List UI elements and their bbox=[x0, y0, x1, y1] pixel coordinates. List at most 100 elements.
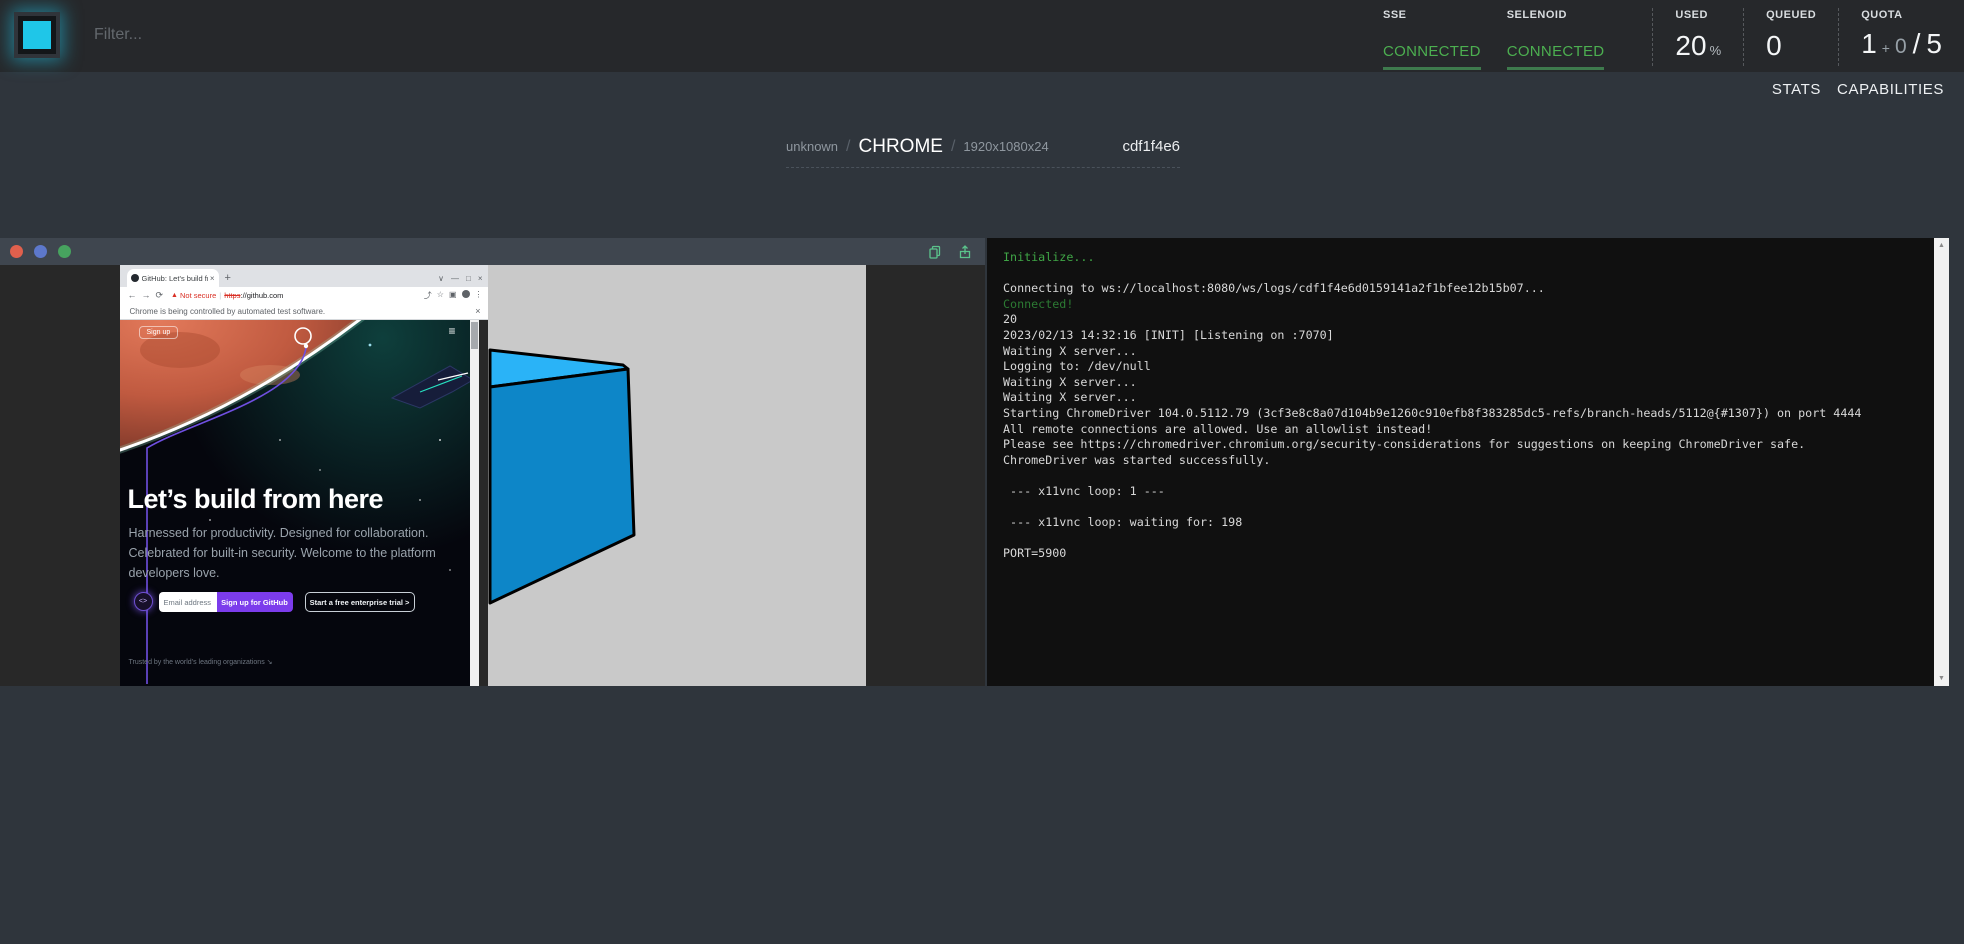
log-line: Waiting X server... bbox=[1003, 390, 1919, 406]
minimize-window-button[interactable] bbox=[34, 245, 47, 258]
remote-desktop bbox=[488, 265, 866, 686]
copy-icon[interactable] bbox=[927, 244, 943, 260]
vnc-screen[interactable]: GitHub: Let’s build from he × + ∨ — □ × bbox=[120, 265, 866, 686]
scroll-down-icon[interactable]: ▼ bbox=[1934, 675, 1949, 682]
warning-icon: ▲ bbox=[171, 292, 178, 299]
back-icon: ← bbox=[128, 290, 137, 301]
url-host: ://github.com bbox=[240, 291, 283, 300]
log-line: Logging to: /dev/null bbox=[1003, 359, 1919, 375]
top-bar: SSE CONNECTED SELENOID CONNECTED USED 20… bbox=[0, 0, 1964, 72]
quota-total: 5 bbox=[1926, 30, 1942, 58]
session-separator: / bbox=[951, 138, 955, 156]
tab-close-icon: × bbox=[210, 274, 215, 283]
connected-indicator bbox=[1383, 67, 1481, 70]
log-line: 2023/02/13 14:32:16 [INIT] [Listening on… bbox=[1003, 328, 1919, 344]
quota-pending: 0 bbox=[1895, 35, 1907, 59]
github-subheading: Harnessed for productivity. Designed for… bbox=[129, 524, 465, 583]
remote-page-viewport: Sign up ≡ Let’s build from here Harnesse… bbox=[120, 320, 488, 686]
status-quota: QUOTA 1 + 0 / 5 bbox=[1861, 0, 1942, 72]
log-line: Initialize... bbox=[1003, 250, 1919, 266]
not-secure-label: Not secure bbox=[180, 291, 216, 300]
bookmark-star-icon: ☆ bbox=[437, 290, 444, 301]
session-log-panel: Initialize... Connecting to ws://localho… bbox=[987, 238, 1949, 686]
status-selenoid: SELENOID CONNECTED bbox=[1507, 0, 1605, 72]
status-sse: SSE CONNECTED bbox=[1383, 0, 1481, 72]
log-line: Starting ChromeDriver 104.0.5112.79 (3cf… bbox=[1003, 406, 1919, 422]
session-browser-version: unknown bbox=[786, 139, 838, 154]
filter-input[interactable] bbox=[94, 18, 454, 52]
forward-icon: → bbox=[142, 290, 151, 301]
connected-indicator bbox=[1507, 67, 1605, 70]
queued-value: 0 bbox=[1766, 32, 1782, 60]
status-value: CONNECTED bbox=[1383, 43, 1481, 60]
status-divider bbox=[1838, 8, 1839, 66]
status-queued: QUEUED 0 bbox=[1766, 0, 1816, 72]
automation-infobar: Chrome is being controlled by automated … bbox=[120, 303, 488, 320]
new-tab-icon: + bbox=[225, 272, 231, 284]
side-panel-icon: ▣ bbox=[449, 290, 457, 301]
window-controls bbox=[10, 245, 71, 258]
share-icon: ⤴ bbox=[424, 290, 432, 301]
reload-icon: ⟳ bbox=[156, 290, 164, 301]
log-line bbox=[1003, 531, 1919, 547]
address-bar: ▲ Not secure | https ://github.com bbox=[171, 291, 283, 300]
close-window-button[interactable] bbox=[10, 245, 23, 258]
status-value: CONNECTED bbox=[1507, 43, 1605, 60]
remote-tab-bar: GitHub: Let’s build from he × + ∨ — □ × bbox=[120, 265, 488, 287]
github-favicon-icon bbox=[131, 274, 139, 282]
log-output: Initialize... Connecting to ws://localho… bbox=[1003, 250, 1919, 562]
log-line: 20 bbox=[1003, 312, 1919, 328]
vnc-body: GitHub: Let’s build from he × + ∨ — □ × bbox=[0, 265, 985, 686]
used-percent-value: 20 bbox=[1675, 32, 1706, 60]
log-line bbox=[1003, 468, 1919, 484]
session-detail: GitHub: Let’s build from he × + ∨ — □ × bbox=[0, 238, 1964, 686]
session-row[interactable]: unknown / CHROME / 1920x1080x24 cdf1f4e6 bbox=[786, 126, 1180, 168]
log-line: --- x11vnc loop: waiting for: 198 bbox=[1003, 515, 1919, 531]
close-icon: × bbox=[478, 274, 483, 283]
log-line: Connected! bbox=[1003, 297, 1919, 313]
remote-browser-tab: GitHub: Let’s build from he × bbox=[127, 269, 219, 287]
remote-tab-title: GitHub: Let’s build from he bbox=[142, 274, 208, 283]
url-divider: | bbox=[219, 291, 221, 300]
github-signup-cta-button: Sign up for GitHub bbox=[217, 592, 293, 612]
github-heading: Let’s build from here bbox=[128, 484, 384, 515]
chevron-down-icon: ∨ bbox=[438, 274, 444, 283]
log-line: --- x11vnc loop: 1 --- bbox=[1003, 484, 1919, 500]
scroll-up-icon[interactable]: ▲ bbox=[1934, 242, 1949, 249]
maximize-icon: □ bbox=[466, 274, 471, 283]
log-line: Waiting X server... bbox=[1003, 375, 1919, 391]
infobar-text: Chrome is being controlled by automated … bbox=[130, 307, 326, 316]
scrollbar-thumb bbox=[471, 322, 478, 349]
github-trusted-text: Trusted by the world’s leading organizat… bbox=[129, 658, 273, 666]
url-scheme: https bbox=[224, 291, 240, 300]
log-scrollbar[interactable]: ▲ ▼ bbox=[1934, 238, 1949, 686]
session-id: cdf1f4e6 bbox=[1122, 138, 1180, 155]
toolbar-icons: ⤴ ☆ ▣ ⋮ bbox=[424, 290, 483, 301]
remote-browser-window: GitHub: Let’s build from he × + ∨ — □ × bbox=[120, 265, 488, 686]
log-line: Waiting X server... bbox=[1003, 344, 1919, 360]
hamburger-menu-icon: ≡ bbox=[448, 324, 455, 338]
tab-capabilities[interactable]: CAPABILITIES bbox=[1837, 81, 1944, 98]
github-trial-button: Start a free enterprise trial > bbox=[305, 592, 415, 612]
tab-stats[interactable]: STATS bbox=[1772, 81, 1821, 98]
session-separator: / bbox=[846, 138, 850, 156]
profile-avatar bbox=[462, 290, 470, 298]
log-line bbox=[1003, 500, 1919, 516]
status-strip: SSE CONNECTED SELENOID CONNECTED USED 20… bbox=[1383, 0, 1942, 72]
status-label: QUOTA bbox=[1861, 9, 1942, 21]
log-line bbox=[1003, 266, 1919, 282]
status-label: SELENOID bbox=[1507, 9, 1605, 21]
share-icon[interactable] bbox=[957, 244, 973, 260]
session-browser-name: CHROME bbox=[859, 136, 943, 158]
view-tabs: STATS CAPABILITIES bbox=[1772, 81, 1944, 98]
log-line: Please see https://chromedriver.chromium… bbox=[1003, 437, 1919, 453]
app-logo[interactable] bbox=[14, 12, 60, 58]
log-line: ChromeDriver was started successfully. bbox=[1003, 453, 1919, 469]
app-logo-icon bbox=[23, 21, 51, 49]
quota-plus: + bbox=[1882, 40, 1890, 56]
maximize-window-button[interactable] bbox=[58, 245, 71, 258]
vnc-actions bbox=[927, 244, 973, 260]
status-divider bbox=[1652, 8, 1653, 66]
status-label: QUEUED bbox=[1766, 9, 1816, 21]
log-line: PORT=5900 bbox=[1003, 546, 1919, 562]
